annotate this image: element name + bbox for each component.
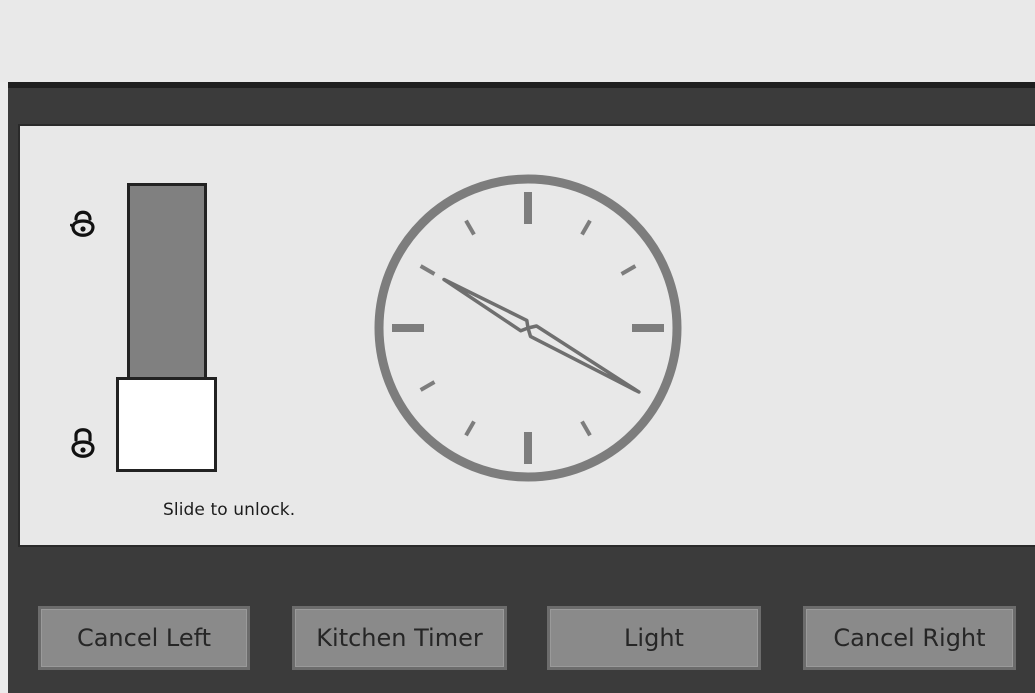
appliance-ui: Slide to unlock. Cancel Left Kitchen Tim… <box>0 0 1035 693</box>
kitchen-timer-button[interactable]: Kitchen Timer <box>292 606 507 670</box>
cancel-left-button[interactable]: Cancel Left <box>38 606 250 670</box>
locked-lock-icon <box>71 428 95 458</box>
clock-hand-short <box>526 324 641 394</box>
cancel-right-button[interactable]: Cancel Right <box>803 606 1016 670</box>
clock-tick <box>580 420 592 437</box>
clock-tick <box>620 264 637 276</box>
clock-hand-long <box>442 277 530 333</box>
clock-tick <box>419 380 436 392</box>
analog-clock <box>374 174 682 482</box>
button-bar: Cancel Left Kitchen Timer Light Cancel R… <box>18 549 1035 693</box>
unlock-slider-track[interactable] <box>127 183 207 393</box>
clock-hands <box>442 277 641 394</box>
unlocked-lock-icon <box>70 210 95 237</box>
clock-tick <box>464 420 476 437</box>
light-button[interactable]: Light <box>547 606 761 670</box>
slide-to-unlock-label: Slide to unlock. <box>163 500 296 520</box>
top-strip <box>0 0 1035 82</box>
clock-tick <box>464 219 476 236</box>
clock-tick <box>419 264 436 276</box>
unlock-slider-handle[interactable] <box>116 377 217 472</box>
clock-tick <box>580 219 592 236</box>
panel-top-edge <box>8 82 1035 88</box>
